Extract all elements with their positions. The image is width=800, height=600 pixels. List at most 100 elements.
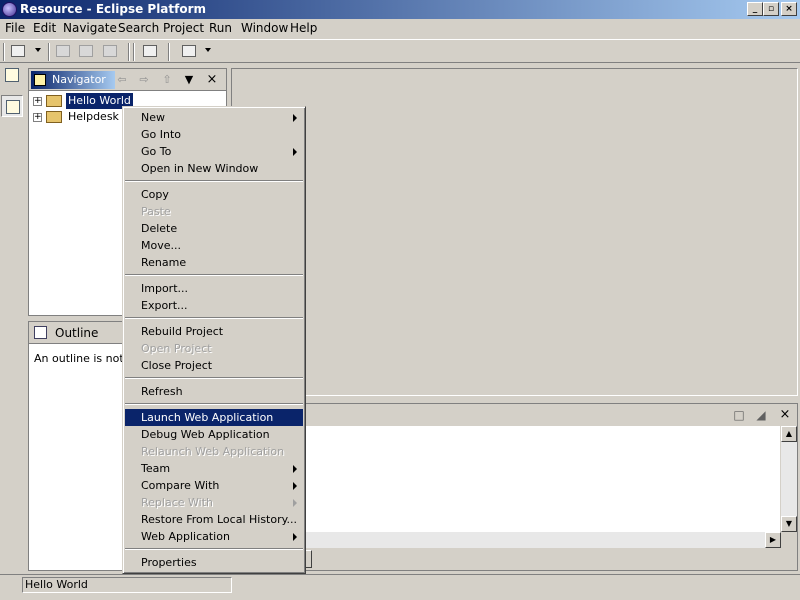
view-menu-icon[interactable]: ▼ bbox=[182, 73, 196, 87]
menu-item-team[interactable]: Team bbox=[125, 460, 303, 477]
bottom-view-content bbox=[232, 426, 780, 532]
menu-separator bbox=[125, 548, 303, 550]
menu-item-restore-from-local-history[interactable]: Restore From Local History... bbox=[125, 511, 303, 528]
maximize-view-icon[interactable]: □ bbox=[732, 408, 746, 422]
expand-icon[interactable]: + bbox=[33, 97, 42, 106]
menu-search[interactable]: Search bbox=[118, 21, 159, 36]
menu-item-label: Relaunch Web Application bbox=[141, 445, 285, 458]
context-menu: New Go Into Go To Open in New Window Copy Pas… bbox=[122, 106, 306, 574]
submenu-arrow-icon bbox=[293, 482, 297, 490]
back-icon[interactable]: ⇦ bbox=[115, 73, 129, 87]
menu-item-label: Launch Web Application bbox=[141, 411, 274, 424]
menu-item-relaunch-web-application[interactable]: Relaunch Web Application bbox=[125, 443, 303, 460]
menu-item-move[interactable]: Move... bbox=[125, 237, 303, 254]
menu-item-web-application[interactable]: Web Application bbox=[125, 528, 303, 545]
menu-item-label: Team bbox=[141, 462, 171, 475]
status-bar: Hello World bbox=[0, 574, 800, 594]
outline-message: An outline is not available. bbox=[34, 352, 126, 365]
menu-item-properties[interactable]: Properties bbox=[125, 554, 303, 571]
menu-item-export[interactable]: Export... bbox=[125, 297, 303, 314]
close-view-icon[interactable]: × bbox=[205, 73, 219, 87]
menu-item-label: Rename bbox=[141, 256, 187, 269]
menu-item-copy[interactable]: Copy bbox=[125, 186, 303, 203]
menu-project[interactable]: Project bbox=[163, 21, 204, 36]
menu-item-rename[interactable]: Rename bbox=[125, 254, 303, 271]
project-folder-icon bbox=[46, 95, 62, 107]
menu-item-label: Rebuild Project bbox=[141, 325, 224, 338]
menu-edit[interactable]: Edit bbox=[33, 21, 56, 36]
outline-title: Outline bbox=[55, 326, 99, 340]
menu-navigate[interactable]: Navigate bbox=[63, 21, 117, 36]
submenu-arrow-icon bbox=[293, 465, 297, 473]
open-perspective-icon[interactable] bbox=[1, 64, 23, 86]
toolbar-separator bbox=[133, 43, 135, 61]
menu-item-label: Import... bbox=[141, 282, 188, 295]
scroll-right-icon[interactable]: ▶ bbox=[765, 532, 781, 548]
close-button[interactable]: × bbox=[781, 2, 797, 16]
menu-separator bbox=[125, 317, 303, 319]
menu-item-open-in-new-window[interactable]: Open in New Window bbox=[125, 160, 303, 177]
menu-item-label: Go To bbox=[141, 145, 172, 158]
menu-separator bbox=[125, 274, 303, 276]
menu-item-open-project[interactable]: Open Project bbox=[125, 340, 303, 357]
navigator-tab-bar: Navigator ⇦ ⇨ ⇧ ▼ × bbox=[29, 69, 226, 91]
menu-help[interactable]: Help bbox=[290, 21, 317, 36]
print-icon[interactable] bbox=[101, 43, 119, 59]
menu-item-delete[interactable]: Delete bbox=[125, 220, 303, 237]
menu-item-new[interactable]: New bbox=[125, 109, 303, 126]
menu-window[interactable]: Window bbox=[241, 21, 288, 36]
navigator-icon bbox=[34, 74, 46, 86]
outline-icon bbox=[34, 326, 47, 339]
save-icon[interactable] bbox=[54, 43, 72, 59]
save-all-icon[interactable] bbox=[77, 43, 95, 59]
menu-item-label: Copy bbox=[141, 188, 169, 201]
run-icon[interactable] bbox=[180, 43, 198, 59]
expand-icon[interactable]: + bbox=[33, 113, 42, 122]
maximize-button[interactable]: ▫ bbox=[763, 2, 779, 16]
horizontal-scrollbar[interactable]: ▶ bbox=[232, 532, 781, 548]
menu-item-label: Open Project bbox=[141, 342, 212, 355]
menu-item-label: Refresh bbox=[141, 385, 183, 398]
toolbar-separator bbox=[48, 43, 50, 61]
new-dropdown-icon[interactable] bbox=[35, 48, 41, 52]
menu-separator bbox=[125, 403, 303, 405]
menu-item-replace-with[interactable]: Replace With bbox=[125, 494, 303, 511]
menu-item-paste[interactable]: Paste bbox=[125, 203, 303, 220]
clear-icon[interactable]: ◢ bbox=[754, 408, 768, 422]
main-toolbar bbox=[0, 39, 800, 63]
run-dropdown-icon[interactable] bbox=[205, 48, 211, 52]
menu-item-label: Compare With bbox=[141, 479, 220, 492]
editor-area bbox=[231, 68, 798, 396]
menu-item-go-to[interactable]: Go To bbox=[125, 143, 303, 160]
resource-perspective-icon[interactable] bbox=[1, 95, 23, 117]
menu-item-debug-web-application[interactable]: Debug Web Application bbox=[125, 426, 303, 443]
toolbar-separator bbox=[128, 43, 130, 61]
menu-item-label: Replace With bbox=[141, 496, 213, 509]
menu-item-compare-with[interactable]: Compare With bbox=[125, 477, 303, 494]
minimize-button[interactable]: _ bbox=[747, 2, 763, 16]
menu-item-label: Go Into bbox=[141, 128, 182, 141]
menu-file[interactable]: File bbox=[5, 21, 25, 36]
vertical-scrollbar[interactable]: ▲ ▼ bbox=[781, 426, 797, 532]
forward-icon[interactable]: ⇨ bbox=[137, 73, 151, 87]
menu-item-launch-web-application[interactable]: Launch Web Application bbox=[125, 409, 303, 426]
new-wizard-icon[interactable] bbox=[9, 43, 27, 59]
close-view-icon[interactable]: × bbox=[778, 408, 792, 422]
status-text: Hello World bbox=[22, 577, 232, 593]
menu-item-label: Delete bbox=[141, 222, 178, 235]
menu-separator bbox=[125, 377, 303, 379]
menu-item-close-project[interactable]: Close Project bbox=[125, 357, 303, 374]
up-icon[interactable]: ⇧ bbox=[160, 73, 174, 87]
menu-item-go-into[interactable]: Go Into bbox=[125, 126, 303, 143]
menu-run[interactable]: Run bbox=[209, 21, 232, 36]
scroll-up-icon[interactable]: ▲ bbox=[781, 426, 797, 442]
search-icon[interactable] bbox=[141, 43, 159, 59]
bottom-view: □ ◢ × ▲ ▼ ▶ bbox=[231, 403, 798, 571]
scroll-down-icon[interactable]: ▼ bbox=[781, 516, 797, 532]
menu-item-label: Close Project bbox=[141, 359, 213, 372]
menu-item-label: Restore From Local History... bbox=[141, 513, 298, 526]
menu-item-import[interactable]: Import... bbox=[125, 280, 303, 297]
navigator-tab[interactable]: Navigator bbox=[31, 71, 115, 89]
menu-item-rebuild-project[interactable]: Rebuild Project bbox=[125, 323, 303, 340]
menu-item-refresh[interactable]: Refresh bbox=[125, 383, 303, 400]
